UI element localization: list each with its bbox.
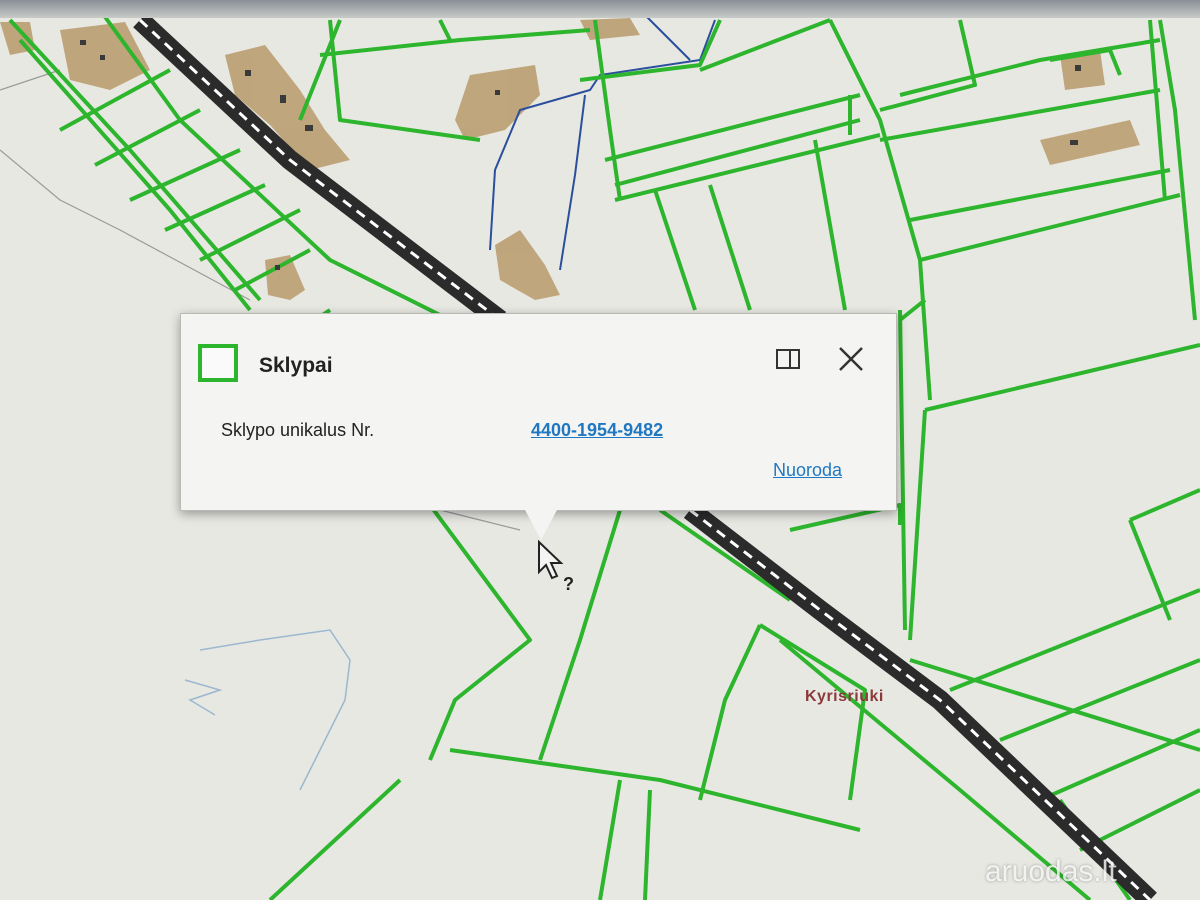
square-swatch-icon <box>198 344 238 382</box>
help-cursor-icon: ? <box>535 539 583 601</box>
parcel-number-link[interactable]: 4400-1954-9482 <box>531 420 663 441</box>
popup-title: Sklypai <box>259 354 333 377</box>
parcel-number-label: Sklypo unikalus Nr. <box>221 420 375 440</box>
watermark: aruodas.lt <box>985 855 1117 888</box>
screen-bezel <box>0 0 1200 18</box>
feature-info-popup: Sklypai Sklypo unikalus Nr. 4400-1954-94… <box>180 313 897 511</box>
maximize-button[interactable] <box>775 347 801 371</box>
popup-pointer <box>524 508 558 540</box>
svg-text:?: ? <box>563 574 574 594</box>
maximize-icon <box>776 349 800 369</box>
close-icon <box>839 347 863 371</box>
close-button[interactable] <box>836 344 866 374</box>
place-name-label: Kyrisriuki <box>805 688 884 705</box>
reference-link[interactable]: Nuoroda <box>773 460 842 481</box>
